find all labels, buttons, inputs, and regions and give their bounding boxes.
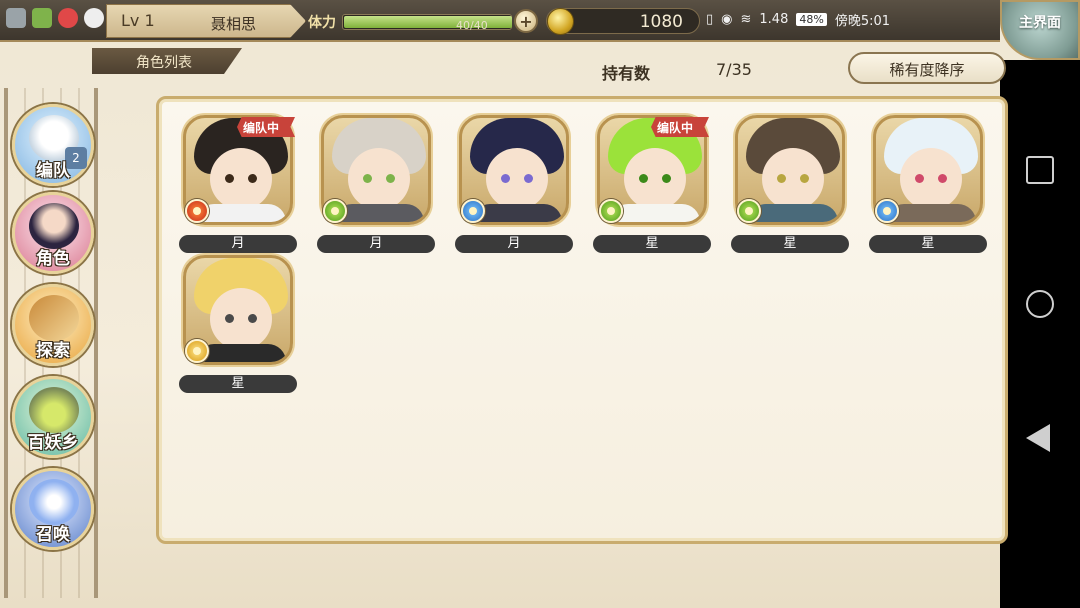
wind-icon <box>599 199 623 223</box>
water-icon <box>461 199 485 223</box>
player-level: Lv 1 <box>121 11 155 30</box>
side-menu-team-label: 编队 <box>36 161 70 181</box>
character-eye <box>777 174 786 183</box>
gold-coin-icon <box>547 8 574 35</box>
android-navigation-bar <box>1000 60 1080 608</box>
character-category: 月 <box>317 235 435 253</box>
character-face <box>624 148 686 210</box>
character-eye <box>662 174 671 183</box>
weibo-notification-icon <box>58 8 78 28</box>
android-status-bar: ▯ ◉ ≋ 1.48 48% 傍晚5:01 <box>706 10 890 29</box>
player-level-plate[interactable]: Lv 1 聂相思 <box>106 4 306 38</box>
top-bar: Lv 1 聂相思 体力 40/40 + 1080 ▯ ◉ ≋ 1.48 48% … <box>0 0 1000 42</box>
character-outfit <box>886 204 976 222</box>
character-category: 星 <box>731 235 849 253</box>
character-outfit <box>196 344 286 362</box>
wifi-icon: ≋ <box>740 12 752 27</box>
character-category: 星 <box>179 375 297 393</box>
character-eye <box>363 174 372 183</box>
page-title: 角色列表 <box>92 48 242 74</box>
sort-button[interactable]: 稀有度降序 <box>848 52 1006 84</box>
gold-counter: 1080 <box>546 8 700 35</box>
character-card[interactable]: 星 <box>179 255 297 395</box>
chat-bubble-icon <box>84 8 104 28</box>
character-face <box>762 148 824 210</box>
wind-icon <box>323 199 347 223</box>
character-category: 星 <box>593 235 711 253</box>
clock: 傍晚5:01 <box>834 14 891 29</box>
character-face <box>486 148 548 210</box>
side-menu-summon-label: 召唤 <box>36 525 70 545</box>
back-button[interactable] <box>1026 424 1050 452</box>
character-eye <box>524 174 533 183</box>
character-face <box>210 148 272 210</box>
character-card[interactable]: 编队中 月 <box>179 115 297 255</box>
home-button[interactable] <box>1026 290 1054 318</box>
character-eye <box>225 314 234 323</box>
summon-swirl-icon <box>29 479 79 525</box>
character-outfit <box>472 204 562 222</box>
side-menu-summon[interactable]: 召唤 <box>12 468 94 550</box>
explore-scroll-icon <box>29 295 79 341</box>
character-eye <box>800 174 809 183</box>
stamina-meter: 体力 40/40 + <box>306 8 538 34</box>
app-notification-icon <box>6 8 26 28</box>
system-notification-icons <box>6 8 104 28</box>
side-menu-explore[interactable]: 探索 <box>12 284 94 366</box>
player-name: 聂相思 <box>211 15 257 33</box>
eye-comfort-icon: ◉ <box>721 12 733 27</box>
side-menu-village-label: 百妖乡 <box>27 433 79 453</box>
character-face <box>348 148 410 210</box>
gold-amount: 1080 <box>639 12 683 32</box>
side-menu-team[interactable]: 2 编队 <box>12 104 94 186</box>
holding-count: 7/35 <box>716 60 752 79</box>
character-eye <box>938 174 947 183</box>
add-stamina-button[interactable]: + <box>514 9 538 33</box>
character-list-panel: 编队中 月 月 月 编队中 星 星 星 星 <box>156 96 1008 544</box>
character-card[interactable]: 编队中 星 <box>593 115 711 255</box>
signal-strength: 1.48 <box>759 12 789 27</box>
side-menu-characters[interactable]: 角色 <box>12 192 94 274</box>
wind-icon <box>737 199 761 223</box>
character-category: 月 <box>179 235 297 253</box>
character-face <box>900 148 962 210</box>
side-menu-village[interactable]: 百妖乡 <box>12 376 94 458</box>
vibrate-icon: ▯ <box>706 12 714 27</box>
village-house-icon <box>29 387 79 433</box>
side-menu-characters-label: 角色 <box>36 249 70 269</box>
character-outfit <box>196 204 286 222</box>
light-icon <box>185 339 209 363</box>
character-face <box>210 288 272 350</box>
character-portrait-icon <box>29 203 79 249</box>
character-eye <box>501 174 510 183</box>
water-icon <box>875 199 899 223</box>
character-outfit <box>610 204 700 222</box>
main-menu-button[interactable]: 主界面 <box>1000 0 1080 60</box>
character-category: 星 <box>869 235 987 253</box>
character-eye <box>386 174 395 183</box>
in-team-badge: 编队中 <box>651 117 709 137</box>
stamina-label: 体力 <box>308 15 336 31</box>
character-card[interactable]: 月 <box>317 115 435 255</box>
character-card[interactable]: 星 <box>869 115 987 255</box>
side-menu: 2 编队 角色 探索 百妖乡 召唤 <box>4 88 98 598</box>
stamina-value: 40/40 <box>456 19 488 32</box>
message-notification-icon <box>32 8 52 28</box>
recent-apps-button[interactable] <box>1026 156 1054 184</box>
character-outfit <box>748 204 838 222</box>
character-eye <box>248 314 257 323</box>
character-outfit <box>334 204 424 222</box>
character-card[interactable]: 星 <box>731 115 849 255</box>
in-team-badge: 编队中 <box>237 117 295 137</box>
character-eye <box>248 174 257 183</box>
side-menu-explore-label: 探索 <box>36 341 70 361</box>
character-eye <box>639 174 648 183</box>
fire-icon <box>185 199 209 223</box>
character-eye <box>915 174 924 183</box>
holding-label: 持有数 <box>602 64 651 83</box>
character-category: 月 <box>455 235 573 253</box>
battery-percent: 48% <box>796 13 827 26</box>
character-card[interactable]: 月 <box>455 115 573 255</box>
character-eye <box>225 174 234 183</box>
